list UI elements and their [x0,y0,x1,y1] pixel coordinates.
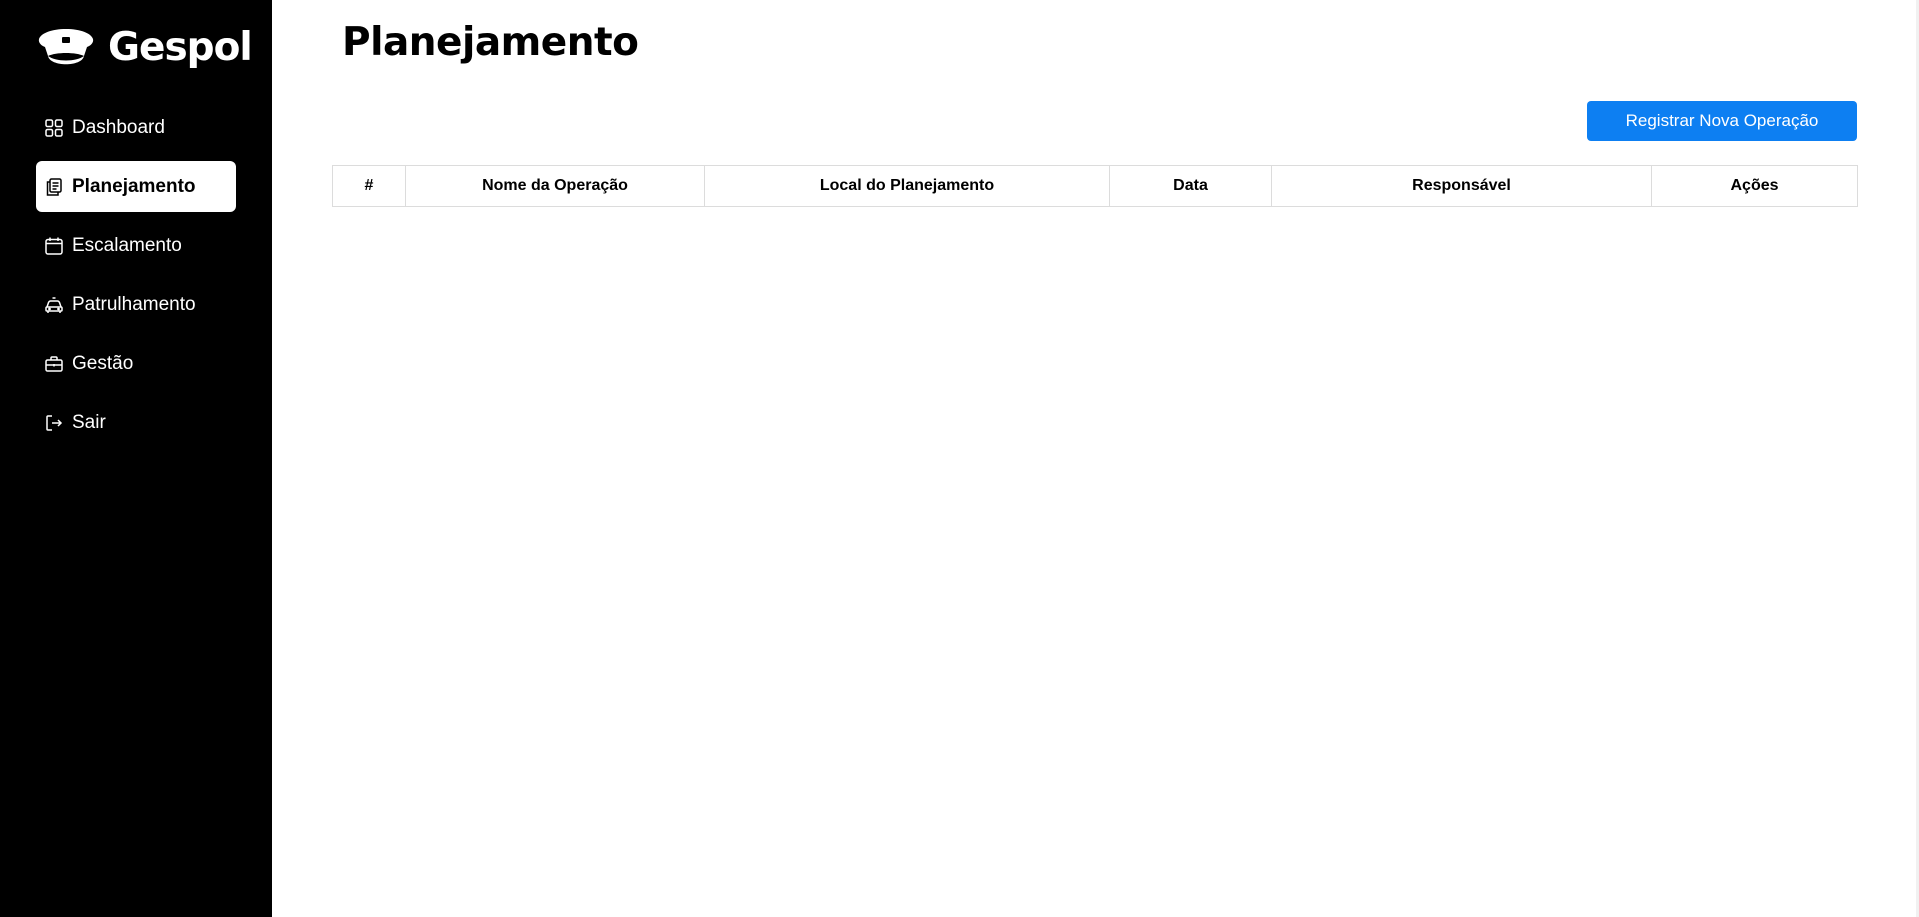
brand-name: Gespol [108,25,253,70]
column-header-date: Data [1109,165,1272,207]
sidebar-item-dashboard[interactable]: Dashboard [36,102,236,153]
column-header-location: Local do Planejamento [704,165,1110,207]
table-header-row: # Nome da Operação Local do Planejamento… [332,165,1858,207]
brand-logo[interactable]: Gespol [36,24,253,72]
sidebar-item-gestao[interactable]: Gestão [36,338,236,389]
sidebar-item-label: Escalamento [72,234,182,256]
sidebar-item-label: Planejamento [72,175,196,197]
column-header-operation-name: Nome da Operação [405,165,705,207]
sidebar-item-patrulhamento[interactable]: Patrulhamento [36,279,236,330]
sidebar-item-label: Gestão [72,352,134,374]
register-operation-button[interactable]: Registrar Nova Operação [1587,101,1857,141]
sidebar-item-label: Patrulhamento [72,293,196,315]
column-header-actions: Ações [1651,165,1858,207]
sidebar: Gespol Dashboard Planejamento Escalament… [0,0,272,917]
operations-table: # Nome da Operação Local do Planejamento… [332,165,1858,207]
briefcase-icon [44,354,64,374]
sidebar-nav: Dashboard Planejamento Escalamento Patru… [36,102,236,456]
column-header-index: # [332,165,406,207]
clipboard-icon [44,177,64,197]
main-content: Planejamento Registrar Nova Operação # N… [272,0,1919,917]
logout-icon [44,413,64,433]
app-root: Gespol Dashboard Planejamento Escalament… [0,0,1919,917]
calendar-icon [44,236,64,256]
grid-icon [44,118,64,138]
sidebar-item-planejamento[interactable]: Planejamento [36,161,236,212]
sidebar-item-escalamento[interactable]: Escalamento [36,220,236,271]
sidebar-item-label: Dashboard [72,116,165,138]
page-title: Planejamento [342,20,639,65]
police-cap-icon [36,26,96,70]
sidebar-item-label: Sair [72,411,106,433]
sidebar-item-sair[interactable]: Sair [36,397,236,448]
column-header-responsible: Responsável [1271,165,1652,207]
police-car-icon [44,295,64,315]
